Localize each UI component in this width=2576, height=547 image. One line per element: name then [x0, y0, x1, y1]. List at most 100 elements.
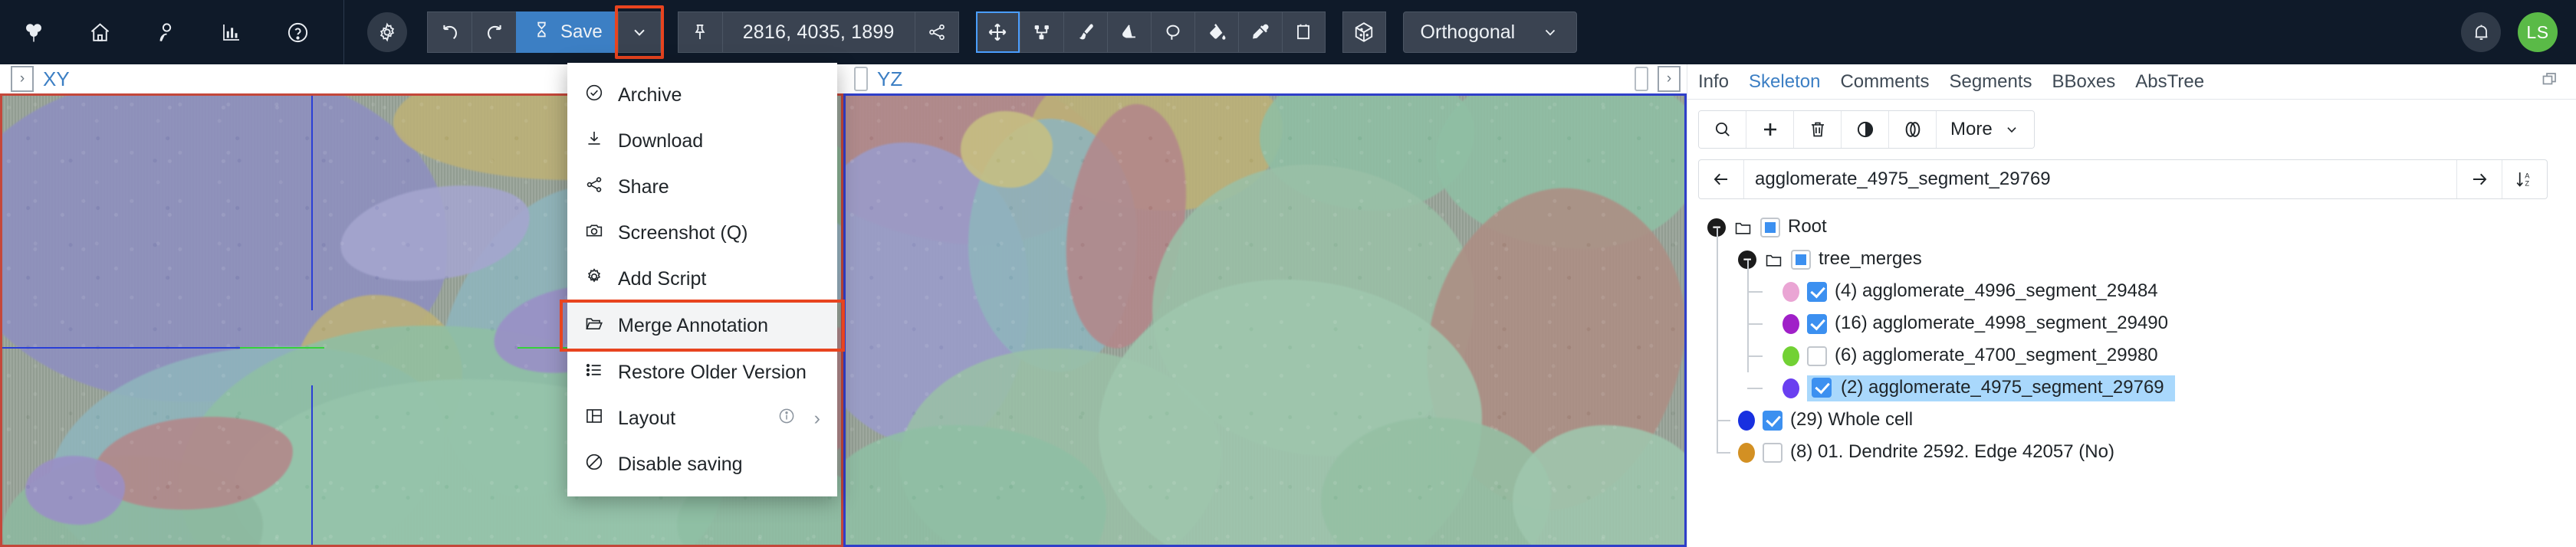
menu-item-layout[interactable]: Layout ›	[567, 395, 837, 441]
tree-color-dot[interactable]	[1783, 378, 1799, 398]
eraser-tool[interactable]	[1106, 11, 1151, 53]
settings-gear-icon[interactable]	[367, 12, 407, 52]
menu-label: Share	[618, 175, 669, 198]
tree-label: (4) agglomerate_4996_segment_29484	[1835, 280, 2158, 301]
tree-row-item[interactable]: (4) agglomerate_4996_segment_29484	[1707, 260, 2576, 308]
lasso-tool[interactable]	[1150, 11, 1194, 53]
menu-item-download[interactable]: Download	[567, 118, 837, 164]
brush-icon	[1079, 24, 1093, 40]
tree-row-root[interactable]: − Root	[1707, 211, 2576, 244]
tab-bboxes[interactable]: BBoxes	[2052, 71, 2116, 93]
tree-row-item[interactable]: (16) agglomerate_4998_segment_29490	[1707, 292, 2576, 340]
undo-button[interactable]	[427, 11, 472, 53]
tree-color-dot[interactable]	[1783, 346, 1799, 366]
fill-tool[interactable]	[1194, 11, 1238, 53]
tree-row-item[interactable]: (29) Whole cell	[1707, 388, 2576, 437]
tree-checkbox[interactable]	[1807, 314, 1827, 334]
menu-item-add-script[interactable]: Add Script	[567, 256, 837, 302]
tree-checkbox[interactable]	[1807, 282, 1827, 302]
home-icon[interactable]	[83, 15, 117, 49]
pick-tool[interactable]	[1237, 11, 1282, 53]
viewport-yz-right-handle[interactable]	[1635, 67, 1648, 91]
menu-item-screenshot[interactable]: Screenshot (Q)	[567, 210, 837, 256]
coordinates-display[interactable]: 2816, 4035, 1899	[721, 11, 915, 53]
save-dropdown-button[interactable]	[614, 5, 664, 59]
tree-label: (16) agglomerate_4998_segment_29490	[1835, 313, 2168, 333]
move-tool[interactable]	[975, 11, 1020, 53]
menu-label: Screenshot (Q)	[618, 221, 748, 244]
tree-row-tree-merges[interactable]: − tree_merges	[1707, 228, 2576, 276]
restore-window-icon[interactable]	[2541, 70, 2559, 93]
tree-checkbox[interactable]	[1763, 443, 1783, 463]
user-icon[interactable]	[149, 15, 182, 49]
skeleton-tool[interactable]	[1019, 11, 1063, 53]
menu-item-merge-annotation[interactable]: Merge Annotation	[560, 300, 845, 352]
brush-tool[interactable]	[1063, 11, 1107, 53]
pin-icon	[695, 24, 705, 40]
expand-left-panel-button[interactable]: ›	[11, 66, 34, 92]
viewport-yz-canvas[interactable]	[843, 93, 1687, 547]
search-button[interactable]	[1699, 111, 1746, 148]
notifications-button[interactable]	[2461, 12, 2501, 52]
help-icon[interactable]	[281, 15, 314, 49]
viewport-yz-left-handle[interactable]	[854, 67, 868, 91]
tab-comments[interactable]: Comments	[1840, 71, 1929, 93]
menu-label: Download	[618, 129, 704, 152]
layout-info-icon[interactable]	[777, 407, 796, 431]
pin-button[interactable]	[677, 11, 722, 53]
tree-color-dot[interactable]	[1738, 411, 1755, 431]
add-tree-button[interactable]	[1746, 111, 1794, 148]
tree-checkbox[interactable]	[1760, 218, 1780, 237]
menu-item-archive[interactable]: Archive	[567, 72, 837, 118]
camera-icon	[584, 221, 604, 246]
collapse-right-panel-button[interactable]: ›	[1658, 66, 1681, 92]
menu-item-disable-saving[interactable]: Disable saving	[567, 441, 837, 487]
share-button[interactable]	[914, 11, 959, 53]
delete-tree-button[interactable]	[1794, 111, 1842, 148]
location-group: 2816, 4035, 1899	[677, 11, 959, 53]
statistics-icon[interactable]	[215, 15, 248, 49]
cube-view-button[interactable]	[1342, 11, 1386, 53]
tree-color-dot[interactable]	[1783, 314, 1799, 334]
tab-skeleton[interactable]: Skeleton	[1749, 71, 1820, 93]
crosshair-horizontal-left	[2, 347, 240, 349]
tree-row-item-selected[interactable]: (2) agglomerate_4975_segment_29769	[1707, 356, 2576, 405]
menu-item-restore-older-version[interactable]: Restore Older Version	[567, 349, 837, 395]
tab-info[interactable]: Info	[1698, 71, 1729, 93]
tree-color-dot[interactable]	[1783, 282, 1799, 302]
menu-label: Add Script	[618, 267, 707, 290]
nav-forward-button[interactable]	[2457, 160, 2502, 198]
toggle-visibility-button[interactable]	[1842, 111, 1889, 148]
tree-label: Root	[1788, 216, 1827, 237]
tree-color-dot[interactable]	[1738, 443, 1755, 463]
trash-icon	[1811, 122, 1824, 137]
save-button[interactable]: Save	[516, 11, 618, 53]
redo-button[interactable]	[472, 11, 516, 53]
3d-cube-icon	[1355, 22, 1373, 42]
arrow-left-icon	[1714, 173, 1728, 185]
toggle-all-button[interactable]	[1889, 111, 1937, 148]
view-mode-select[interactable]: Orthogonal	[1402, 11, 1578, 53]
sort-button[interactable]: A Z	[2502, 160, 2547, 198]
tree-checkbox[interactable]	[1812, 378, 1832, 398]
view-mode-label: Orthogonal	[1420, 21, 1516, 43]
brand-nav-group	[0, 0, 314, 64]
tree-checkbox[interactable]	[1791, 250, 1811, 270]
active-tree-name[interactable]: agglomerate_4975_segment_29769	[1743, 160, 2456, 198]
share-icon	[584, 175, 604, 200]
clover-logo[interactable]	[17, 15, 51, 49]
tab-segments[interactable]: Segments	[1949, 71, 2032, 93]
tree-navigation-bar: agglomerate_4975_segment_29769 A Z	[1698, 159, 2548, 199]
nav-back-button[interactable]	[1699, 160, 1743, 198]
user-avatar[interactable]: LS	[2518, 12, 2558, 52]
em-image-yz	[846, 96, 1684, 545]
tree-checkbox[interactable]	[1807, 346, 1827, 366]
tree-row-item[interactable]: (8) 01. Dendrite 2592. Edge 42057 (No)	[1707, 421, 2576, 469]
more-menu-button[interactable]: More	[1937, 111, 2034, 148]
tab-abstree[interactable]: AbsTree	[2135, 71, 2204, 93]
bbox-tool[interactable]	[1281, 11, 1326, 53]
menu-item-share[interactable]: Share	[567, 164, 837, 210]
tree-row-item[interactable]: (6) agglomerate_4700_segment_29980	[1707, 324, 2576, 372]
tree-checkbox[interactable]	[1763, 411, 1783, 431]
tree-label: (29) Whole cell	[1790, 409, 1914, 430]
